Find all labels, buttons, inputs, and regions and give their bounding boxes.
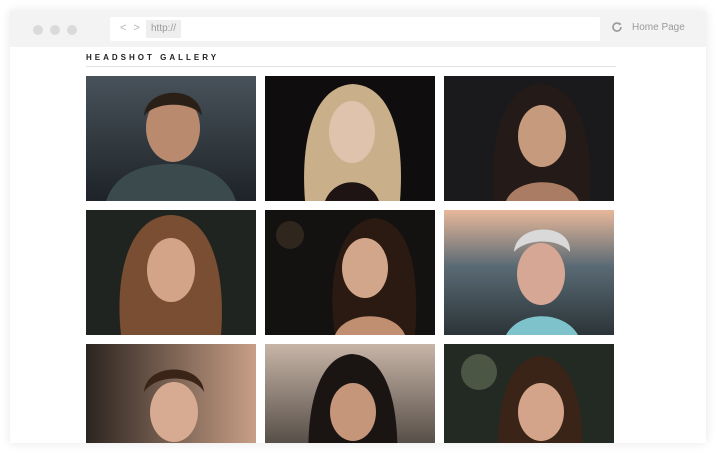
browser-window: < > http:// Home Page HEADSHOT GALLERY xyxy=(10,11,706,443)
gallery-image[interactable] xyxy=(86,210,256,335)
title-divider xyxy=(86,66,616,67)
gallery-image[interactable] xyxy=(86,76,256,201)
gallery-image[interactable] xyxy=(265,210,435,335)
home-page-link[interactable]: Home Page xyxy=(632,22,685,33)
window-control-maximize[interactable] xyxy=(67,25,77,35)
url-text[interactable]: http:// xyxy=(146,20,182,38)
page-title: HEADSHOT GALLERY xyxy=(86,53,220,62)
browser-toolbar: < > http:// Home Page xyxy=(10,11,706,47)
gallery-image[interactable] xyxy=(444,344,614,443)
back-forward-icon[interactable]: < > xyxy=(120,22,142,34)
address-bar[interactable]: < > http:// xyxy=(110,17,600,41)
window-control-minimize[interactable] xyxy=(50,25,60,35)
gallery-image[interactable] xyxy=(444,210,614,335)
gallery-image[interactable] xyxy=(265,76,435,201)
gallery-image[interactable] xyxy=(444,76,614,201)
gallery-image[interactable] xyxy=(86,344,256,443)
reload-icon[interactable] xyxy=(610,20,624,34)
gallery-image[interactable] xyxy=(265,344,435,443)
window-control-close[interactable] xyxy=(33,25,43,35)
